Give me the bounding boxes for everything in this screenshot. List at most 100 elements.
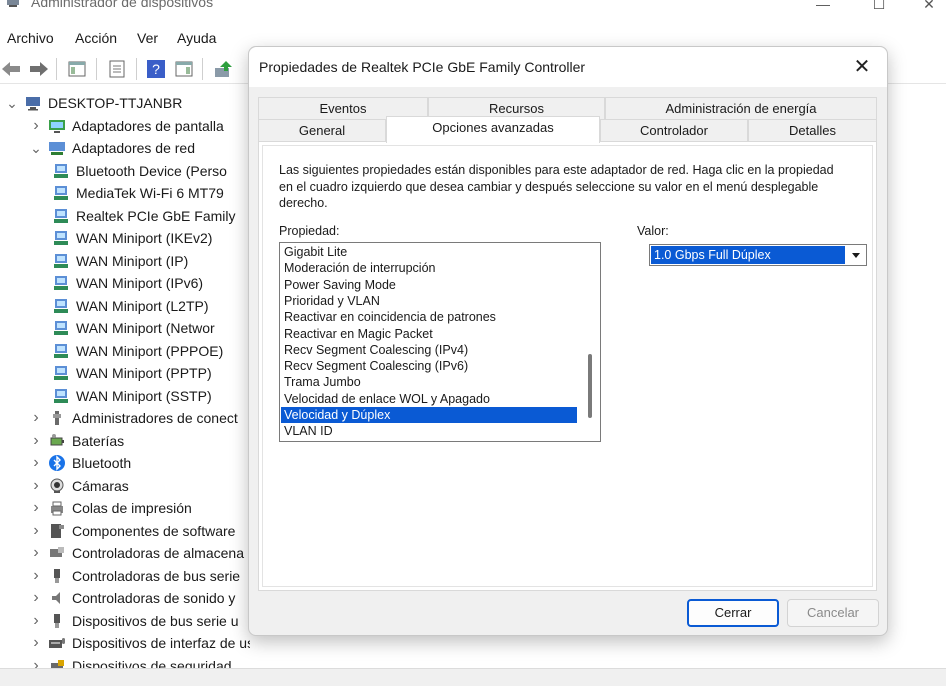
tree-item[interactable]: ⌄ DESKTOP-TTJANBR	[4, 92, 182, 114]
close-window-button[interactable]: ✕	[906, 0, 946, 14]
chevron-right-icon[interactable]: ›	[28, 612, 44, 629]
menu-archivo[interactable]: Archivo	[7, 30, 54, 46]
tree-item[interactable]: › Baterías	[28, 430, 124, 452]
value-label: Valor:	[637, 224, 669, 238]
property-list-item[interactable]: Gigabit Lite	[281, 244, 577, 260]
tree-item[interactable]: › Dispositivos de interfaz de usuario (HI…	[28, 632, 250, 654]
tab-general[interactable]: General	[258, 119, 386, 142]
tree-item-label: WAN Miniport (PPTP)	[76, 365, 212, 381]
help-icon[interactable]: ?	[145, 58, 167, 80]
tree-item[interactable]: Bluetooth Device (Perso	[52, 160, 227, 182]
tree-item[interactable]: › Administradores de conect	[28, 407, 238, 429]
tree-item-label: Bluetooth	[72, 455, 132, 471]
property-list-item[interactable]: Velocidad de enlace WOL y Apagado	[281, 391, 577, 407]
show-hide-console-tree-icon[interactable]	[66, 58, 88, 80]
property-list-item[interactable]: Prioridad y VLAN	[281, 293, 577, 309]
tree-item[interactable]: WAN Miniport (IKEv2)	[52, 227, 212, 249]
action-pane-icon[interactable]	[173, 58, 195, 80]
tab-detalles[interactable]: Detalles	[748, 119, 877, 142]
network-card-icon	[54, 231, 68, 245]
network-card-icon	[54, 276, 68, 290]
tree-item[interactable]: › Controladoras de almacena	[28, 542, 244, 564]
menu-ver[interactable]: Ver	[137, 30, 158, 46]
back-arrow-icon[interactable]	[0, 58, 22, 80]
tree-item[interactable]: MediaTek Wi-Fi 6 MT79	[52, 182, 224, 204]
cancel-button[interactable]: Cancelar	[787, 599, 879, 627]
network-card-icon	[54, 388, 68, 403]
tab-administracion-energia[interactable]: Administración de energía	[605, 97, 877, 120]
tree-item[interactable]: WAN Miniport (Networ	[52, 317, 215, 339]
device-manager-app-icon	[7, 0, 19, 7]
maximize-button[interactable]: ☐	[856, 0, 902, 14]
tree-item-label: WAN Miniport (SSTP)	[76, 387, 212, 404]
tree-item[interactable]: › Colas de impresión	[28, 497, 192, 519]
chevron-right-icon[interactable]: ›	[28, 477, 44, 494]
tree-item-label: Bluetooth Device (Perso	[76, 162, 227, 179]
chevron-right-icon[interactable]: ›	[28, 432, 44, 449]
tree-item[interactable]: › Controladoras de sonido y	[28, 587, 235, 609]
minimize-button[interactable]: —	[800, 0, 846, 14]
menu-ayuda[interactable]: Ayuda	[177, 30, 216, 46]
property-list-item[interactable]: Reactivar en coincidencia de patrones	[281, 309, 577, 325]
description-text: Las siguientes propiedades están disponi…	[279, 163, 834, 210]
tree-item[interactable]: Realtek PCIe GbE Family	[52, 205, 236, 227]
menu-accion[interactable]: Acción	[75, 30, 117, 46]
tree-item-label: MediaTek Wi-Fi 6 MT79	[76, 185, 224, 201]
dialog-title: Propiedades de Realtek PCIe GbE Family C…	[259, 59, 586, 75]
chevron-down-icon[interactable]: ⌄	[28, 140, 44, 156]
property-list-item[interactable]: Power Saving Mode	[281, 277, 577, 293]
tree-item-label: Administradores de conect	[72, 410, 238, 426]
property-list-item[interactable]: Trama Jumbo	[281, 374, 577, 390]
tree-item[interactable]: WAN Miniport (SSTP)	[52, 385, 212, 407]
properties-icon[interactable]	[106, 58, 128, 80]
property-list-item[interactable]: Moderación de interrupción	[281, 260, 577, 276]
tree-item[interactable]: › Controladoras de bus serie	[28, 565, 240, 587]
tree-item[interactable]: WAN Miniport (IP)	[52, 250, 188, 272]
property-listbox[interactable]: Gigabit Lite Moderación de interrupción Po…	[279, 242, 601, 442]
device-manager-titlebar: Administrador de dispositivos — ☐ ✕	[0, 0, 946, 22]
chevron-right-icon[interactable]: ›	[28, 522, 44, 539]
chevron-right-icon[interactable]: ›	[28, 634, 44, 651]
value-dropdown[interactable]: 1.0 Gbps Full Dúplex	[649, 244, 867, 266]
tree-item-label: Realtek PCIe GbE Family	[76, 207, 236, 224]
tree-item-label: WAN Miniport (IKEv2)	[76, 230, 213, 246]
tree-item[interactable]: › Cámaras	[28, 475, 128, 497]
tree-item[interactable]: WAN Miniport (IPv6)	[52, 272, 203, 294]
bluetooth-icon	[49, 455, 65, 471]
chevron-right-icon[interactable]: ›	[28, 499, 44, 516]
chevron-down-icon[interactable]: ⌄	[4, 95, 20, 111]
chevron-right-icon[interactable]: ›	[28, 117, 44, 134]
tab-opciones-avanzadas[interactable]: Opciones avanzadas	[386, 116, 600, 143]
tree-item[interactable]: WAN Miniport (L2TP)	[52, 295, 209, 317]
update-driver-icon[interactable]	[212, 58, 234, 80]
tree-item[interactable]: › Dispositivos de bus serie u	[28, 610, 238, 632]
property-list-scrollbar[interactable]	[582, 244, 599, 440]
chevron-right-icon[interactable]: ›	[28, 454, 44, 471]
tree-item[interactable]: › Bluetooth	[28, 452, 131, 474]
property-list-item[interactable]: Recv Segment Coalescing (IPv4)	[281, 342, 577, 358]
property-list-item[interactable]: Velocidad y Dúplex	[281, 407, 577, 423]
tree-item[interactable]: WAN Miniport (PPPOE)	[52, 340, 223, 362]
storage-controller-icon	[50, 547, 64, 557]
tab-controlador[interactable]: Controlador	[600, 119, 748, 142]
close-button[interactable]: Cerrar	[687, 599, 779, 627]
tree-item-label: Controladoras de bus serie	[72, 567, 241, 584]
chevron-right-icon[interactable]: ›	[28, 589, 44, 606]
tree-item[interactable]: ⌄ Adaptadores de red	[28, 137, 195, 159]
scrollbar-thumb[interactable]	[588, 354, 592, 418]
chevron-right-icon[interactable]: ›	[28, 409, 44, 426]
dialog-close-button[interactable]: ✕	[845, 53, 879, 81]
property-list-item[interactable]: Reactivar en Magic Packet	[281, 326, 577, 342]
tree-item[interactable]: › Adaptadores de pantalla	[28, 115, 223, 137]
tree-item-label: Controladoras de sonido y	[72, 590, 236, 606]
network-card-icon	[54, 186, 68, 200]
window-title: Administrador de dispositivos	[31, 0, 214, 10]
tree-item[interactable]: › Componentes de software	[28, 520, 235, 542]
tree-item[interactable]: WAN Miniport (PPTP)	[52, 362, 212, 384]
forward-arrow-icon[interactable]	[28, 58, 50, 80]
chevron-down-icon[interactable]	[847, 246, 865, 264]
chevron-right-icon[interactable]: ›	[28, 567, 44, 584]
property-list-item[interactable]: Recv Segment Coalescing (IPv6)	[281, 358, 577, 374]
property-list-item[interactable]: VLAN ID	[281, 423, 577, 439]
chevron-right-icon[interactable]: ›	[28, 544, 44, 561]
